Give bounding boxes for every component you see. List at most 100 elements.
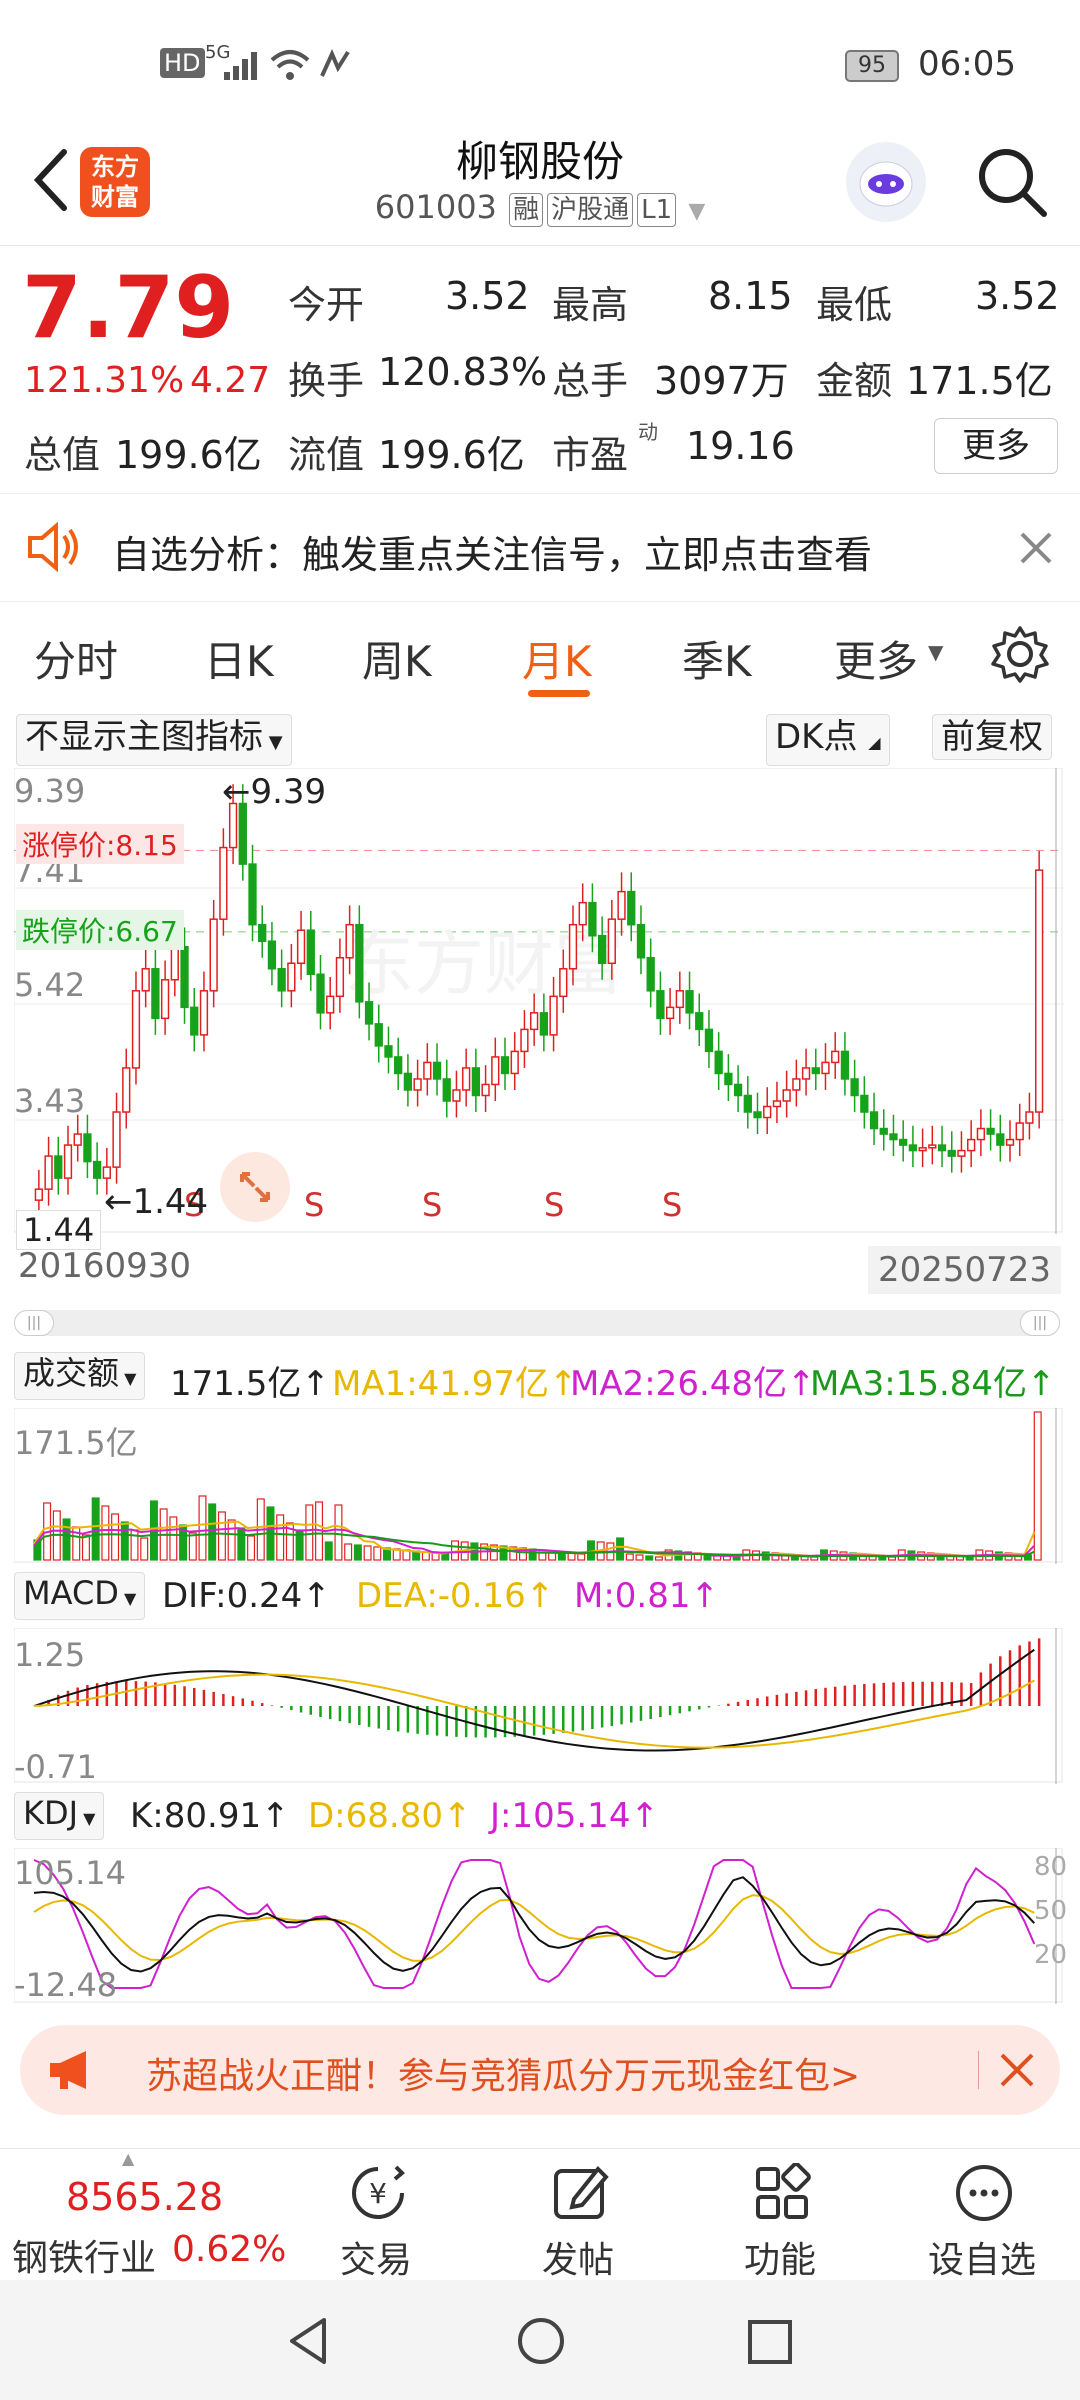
volume-ma2: MA2:26.48亿↑ — [570, 1364, 816, 1404]
volume-bar — [625, 1553, 634, 1561]
candle-body — [801, 1067, 811, 1080]
macd-chart[interactable]: 1.25 -0.71 — [14, 1628, 1064, 1786]
tab-monthly-k[interactable]: 月K — [522, 628, 592, 689]
candle-body — [413, 1078, 422, 1091]
min-marker: ←1.44 — [104, 1182, 209, 1222]
active-tab-indicator — [528, 690, 590, 697]
range-handle-left[interactable]: ||| — [14, 1310, 54, 1336]
volume-chart[interactable]: 171.5亿 — [14, 1408, 1064, 1564]
banner-close-icon[interactable] — [998, 2051, 1036, 2089]
tab-more-chevron-icon[interactable]: ▼ — [928, 640, 943, 664]
candle-body — [92, 1160, 102, 1179]
candle-body — [510, 1050, 519, 1075]
signal-icon — [224, 52, 257, 80]
candle-body — [879, 1127, 888, 1135]
volume-value: 3097万 — [654, 359, 789, 403]
dk-point-button[interactable]: DK点 ◢ — [766, 714, 890, 766]
kdj-k: K:80.91↑ — [130, 1796, 290, 1836]
candle-body — [636, 923, 646, 959]
tab-quarterly-k[interactable]: 季K — [682, 628, 752, 689]
candle-body — [957, 1149, 966, 1157]
volume-bar — [732, 1556, 741, 1561]
post-button[interactable]: 发帖 — [478, 2149, 678, 2281]
candle-body — [277, 968, 286, 992]
candle-body — [763, 1105, 772, 1119]
volume-bar — [208, 1503, 217, 1561]
nfc-icon — [320, 49, 350, 77]
volume-label: 总手 — [552, 359, 629, 403]
robot-assistant-icon[interactable] — [846, 142, 926, 222]
kdj-chart[interactable]: 105.14 -12.48 80 50 20 — [14, 1848, 1068, 2004]
megaphone-icon — [50, 2051, 86, 2089]
candle-body — [258, 923, 267, 942]
macd-frame — [14, 1628, 1063, 1783]
tab-intraday[interactable]: 分时 — [34, 628, 118, 689]
range-scrollbar[interactable]: ||| ||| — [14, 1310, 1060, 1336]
function-button[interactable]: 功能 — [680, 2149, 880, 2281]
volume-bar — [1033, 1411, 1042, 1561]
dk-point-label: DK点 — [775, 717, 858, 757]
notice-bar[interactable]: 自选分析：触发重点关注信号，立即点击查看 — [0, 493, 1080, 602]
nav-back-icon[interactable] — [284, 2316, 334, 2366]
candle-body — [831, 1050, 840, 1064]
speaker-icon — [28, 522, 78, 572]
chart-start-date: 20160930 — [18, 1246, 192, 1286]
volume-indicator-select[interactable]: 成交额 ▼ — [14, 1352, 146, 1400]
candle-body — [248, 863, 257, 926]
candle-body — [656, 990, 665, 1020]
sell-signal-marker: S — [304, 1186, 324, 1224]
kdj-j: J:105.14↑ — [490, 1796, 659, 1836]
candle-body — [316, 973, 325, 1014]
float-mv-label: 流值 — [288, 433, 365, 477]
candle-body — [996, 1133, 1005, 1146]
main-indicator-select[interactable]: 不显示主图指标 ▼ — [16, 714, 292, 766]
volume-header: 成交额 ▼ 171.5亿↑ MA1:41.97亿↑ MA2:26.48亿↑ MA… — [14, 1350, 1074, 1404]
candle-body — [384, 1045, 393, 1058]
dropdown-triangle-icon[interactable]: ▼ — [688, 199, 705, 224]
industry-change: 0.62% — [172, 2229, 287, 2270]
kline-chart-area[interactable]: 东方财富 S S S S S 9.39 7.41 5.42 3.43 涨停价:8.15 跌… — [14, 768, 1064, 1250]
expand-chart-icon[interactable] — [220, 1152, 290, 1222]
nav-home-icon[interactable] — [516, 2316, 566, 2366]
candle-body — [627, 890, 636, 926]
tab-more[interactable]: 更多 — [834, 628, 918, 689]
promo-banner[interactable]: 苏超战火正酣！参与竞猜瓜分万元现金红包> — [20, 2025, 1060, 2115]
adjust-select[interactable]: 前复权 — [932, 714, 1052, 760]
volume-ma3: MA3:15.84亿↑ — [810, 1364, 1056, 1404]
candle-body — [452, 1089, 461, 1102]
add-watchlist-button[interactable]: 设自选 — [882, 2149, 1080, 2281]
candle-body — [617, 890, 626, 920]
macd-dif: DIF:0.24↑ — [162, 1576, 331, 1616]
main-indicator-label: 不显示主图指标 — [25, 717, 263, 757]
tab-daily-k[interactable]: 日K — [204, 628, 274, 689]
candle-body — [695, 1012, 704, 1031]
close-icon[interactable] — [1018, 530, 1054, 566]
low-label: 最低 — [816, 283, 893, 327]
search-icon[interactable] — [974, 144, 1050, 220]
candle-body — [967, 1138, 976, 1152]
candle-body — [34, 1188, 44, 1201]
settings-gear-icon[interactable] — [990, 624, 1050, 684]
volume-bar — [227, 1519, 236, 1561]
candle-body — [238, 802, 247, 865]
open-value: 3.52 — [445, 274, 530, 318]
macd-indicator-select[interactable]: MACD ▼ — [14, 1572, 146, 1620]
kdj-right-label-80: 80 — [1034, 1852, 1068, 1882]
candle-body — [423, 1061, 432, 1080]
trade-button[interactable]: ¥ 交易 — [276, 2149, 476, 2281]
candle-body — [675, 990, 684, 1009]
tab-weekly-k[interactable]: 周K — [362, 628, 432, 689]
kdj-bottom-label: -12.48 — [14, 1966, 118, 2004]
kdj-indicator-select[interactable]: KDJ ▼ — [14, 1792, 105, 1840]
volume-max-label: 171.5亿 — [14, 1424, 138, 1462]
candle-body — [539, 1012, 549, 1036]
more-button[interactable]: 更多 — [934, 418, 1058, 474]
nav-recents-icon[interactable] — [746, 2318, 794, 2366]
volume-bar — [965, 1556, 974, 1561]
candle-body — [869, 1111, 879, 1130]
candle-body — [180, 945, 189, 1009]
candle-body — [529, 1012, 539, 1031]
candle-body — [335, 957, 345, 998]
industry-index[interactable]: ▲ 8565.28 钢铁行业 0.62% — [0, 2149, 300, 2281]
range-handle-right[interactable]: ||| — [1020, 1310, 1060, 1336]
